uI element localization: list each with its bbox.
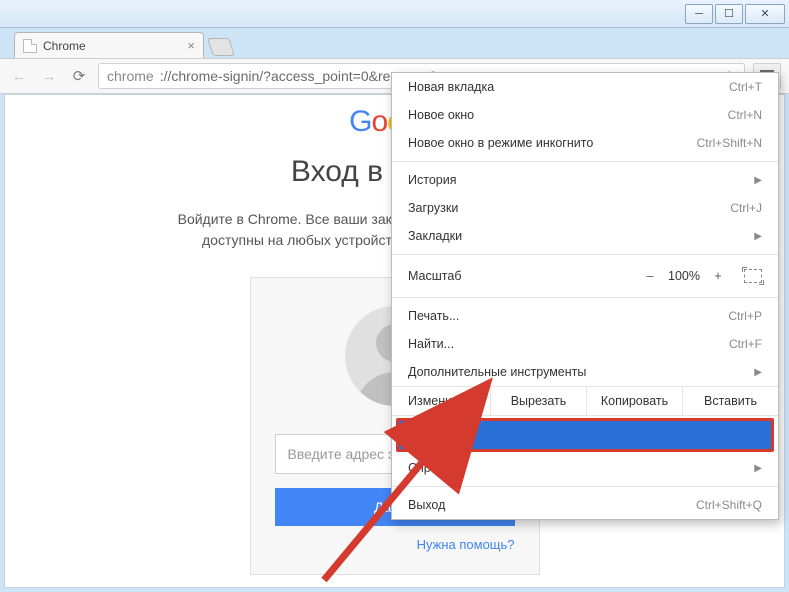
zoom-in-button[interactable]: + (706, 269, 730, 283)
menu-item-more-tools[interactable]: Дополнительные инструменты ▶ (392, 358, 778, 386)
menu-item-new-window[interactable]: Новое окно Ctrl+N (392, 101, 778, 129)
zoom-value: 100% (662, 269, 706, 283)
zoom-out-button[interactable]: – (638, 269, 662, 283)
tab-title: Chrome (43, 39, 86, 53)
back-button[interactable]: ← (8, 65, 30, 87)
tab-strip: Chrome × (0, 28, 789, 58)
menu-item-print[interactable]: Печать... Ctrl+P (392, 302, 778, 330)
close-window-button[interactable]: ✕ (745, 4, 785, 24)
chrome-menu: Новая вкладка Ctrl+T Новое окно Ctrl+N Н… (391, 72, 779, 520)
chevron-right-icon: ▶ (754, 367, 762, 378)
paste-button[interactable]: Вставить (682, 387, 778, 415)
maximize-button[interactable]: ☐ (715, 4, 743, 24)
page-icon (23, 39, 37, 53)
chevron-right-icon: ▶ (754, 231, 762, 242)
tab-chrome[interactable]: Chrome × (14, 32, 204, 58)
chevron-right-icon: ▶ (754, 463, 762, 474)
close-tab-icon[interactable]: × (187, 38, 195, 53)
forward-button[interactable]: → (38, 65, 60, 87)
menu-item-settings[interactable]: Настройки (399, 421, 771, 449)
need-help-link[interactable]: Нужна помощь? (417, 537, 515, 552)
chevron-right-icon: ▶ (754, 175, 762, 186)
menu-item-find[interactable]: Найти... Ctrl+F (392, 330, 778, 358)
menu-item-history[interactable]: История ▶ (392, 166, 778, 194)
cut-button[interactable]: Вырезать (490, 387, 586, 415)
minimize-button[interactable]: ─ (685, 4, 713, 24)
reload-button[interactable]: ⟳ (68, 65, 90, 87)
menu-item-exit[interactable]: Выход Ctrl+Shift+Q (392, 491, 778, 519)
url-scheme: chrome (107, 68, 154, 84)
menu-item-zoom: Масштаб – 100% + (392, 259, 778, 293)
menu-item-help[interactable]: Справка ▶ (392, 454, 778, 482)
menu-item-incognito[interactable]: Новое окно в режиме инкогнито Ctrl+Shift… (392, 129, 778, 157)
menu-item-new-tab[interactable]: Новая вкладка Ctrl+T (392, 73, 778, 101)
menu-item-bookmarks[interactable]: Закладки ▶ (392, 222, 778, 250)
new-tab-button[interactable] (207, 38, 235, 56)
window-titlebar: ─ ☐ ✕ (0, 0, 789, 28)
menu-item-downloads[interactable]: Загрузки Ctrl+J (392, 194, 778, 222)
menu-item-edit: Изменить Вырезать Копировать Вставить (392, 386, 778, 416)
settings-highlight: Настройки (396, 418, 774, 452)
copy-button[interactable]: Копировать (586, 387, 682, 415)
fullscreen-icon[interactable] (744, 269, 762, 283)
